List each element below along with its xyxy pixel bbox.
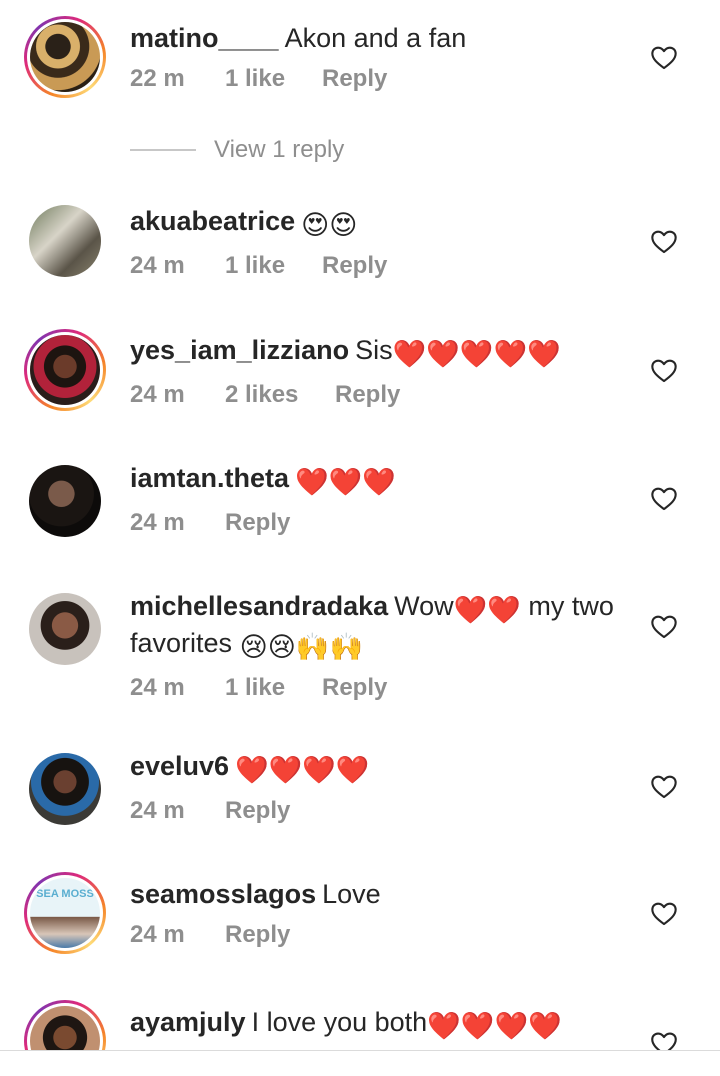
avatar	[30, 335, 100, 405]
comment-username[interactable]: michellesandradaka	[130, 591, 388, 621]
comment-time: 24 m	[130, 921, 185, 948]
comment-username[interactable]: matino____	[130, 23, 279, 53]
comment-text: Akon and a fan	[284, 23, 467, 53]
view-replies-button[interactable]: View 1 reply	[130, 136, 344, 164]
comment-emoji: ❤️❤️❤️❤️	[427, 1011, 562, 1041]
comment-emoji: ❤️❤️❤️	[295, 467, 396, 497]
comment-time: 24 m	[130, 381, 185, 408]
comment-time: 24 m	[130, 509, 185, 536]
avatar	[29, 753, 101, 825]
avatar-wrap[interactable]	[24, 200, 106, 282]
avatar-wrap[interactable]	[24, 748, 106, 830]
comment-likes[interactable]: 1 like	[225, 252, 322, 280]
comment-text: I love you both	[251, 1007, 428, 1037]
heart-outline-icon[interactable]	[650, 900, 678, 926]
heart-outline-icon[interactable]	[650, 773, 678, 799]
comment-text: Wow	[394, 591, 454, 621]
avatar	[29, 205, 101, 277]
comment-likes[interactable]: 2 likes	[225, 381, 335, 409]
comment-username[interactable]: iamtan.theta	[130, 463, 289, 493]
comment-likes[interactable]: 1 like	[225, 65, 322, 93]
avatar	[30, 22, 100, 92]
comment-emoji: ❤️❤️❤️❤️❤️	[392, 339, 561, 369]
avatar-wrap[interactable]	[24, 460, 106, 542]
avatar: SEA MOSS	[30, 878, 100, 948]
reply-button[interactable]: Reply	[225, 797, 290, 825]
avatar-logo-text: SEA MOSS	[36, 888, 94, 900]
comment-likes[interactable]: 1 like	[225, 674, 322, 702]
avatar-story-ring[interactable]	[24, 329, 106, 411]
comment-text: Sis	[355, 335, 393, 365]
reply-button[interactable]: Reply	[322, 65, 387, 93]
comment-time: 24 m	[130, 674, 185, 701]
thread-line	[130, 149, 196, 151]
comment-username[interactable]: ayamjuly	[130, 1007, 246, 1037]
comment-emoji: ❤️❤️❤️❤️	[235, 755, 370, 785]
comment-text: Love	[322, 879, 381, 909]
comment-username[interactable]: yes_iam_lizziano	[130, 335, 349, 365]
heart-outline-icon[interactable]	[650, 44, 678, 70]
avatar-story-ring[interactable]: SEA MOSS	[24, 872, 106, 954]
comment-emoji: ❤️❤️	[453, 595, 521, 625]
bottom-divider	[0, 1050, 720, 1051]
heart-outline-icon[interactable]	[650, 1030, 678, 1050]
heart-outline-icon[interactable]	[650, 485, 678, 511]
avatar-wrap[interactable]	[24, 588, 106, 670]
avatar-story-ring[interactable]	[24, 1000, 106, 1050]
comment-username[interactable]: seamosslagos	[130, 879, 316, 909]
comment-username[interactable]: eveluv6	[130, 751, 229, 781]
avatar	[30, 1006, 100, 1050]
avatar-story-ring[interactable]	[24, 16, 106, 98]
reply-button[interactable]: Reply	[322, 252, 387, 280]
reply-button[interactable]: Reply	[335, 381, 400, 409]
view-replies-label: View 1 reply	[214, 136, 345, 163]
comment-time: 24 m	[130, 797, 185, 824]
reply-button[interactable]: Reply	[225, 921, 290, 949]
heart-outline-icon[interactable]	[650, 357, 678, 383]
comment-username[interactable]: akuabeatrice	[130, 206, 295, 236]
heart-outline-icon[interactable]	[650, 613, 678, 639]
heart-outline-icon[interactable]	[650, 228, 678, 254]
comment-time: 22 m	[130, 65, 185, 92]
comment-time: 24 m	[130, 252, 185, 279]
reply-button[interactable]: Reply	[322, 674, 387, 702]
avatar	[29, 465, 101, 537]
avatar	[29, 593, 101, 665]
comment-emoji-2: 😢😢🙌🙌	[239, 632, 364, 662]
comment-emoji: 😍😍	[301, 210, 358, 240]
reply-button[interactable]: Reply	[225, 509, 290, 537]
